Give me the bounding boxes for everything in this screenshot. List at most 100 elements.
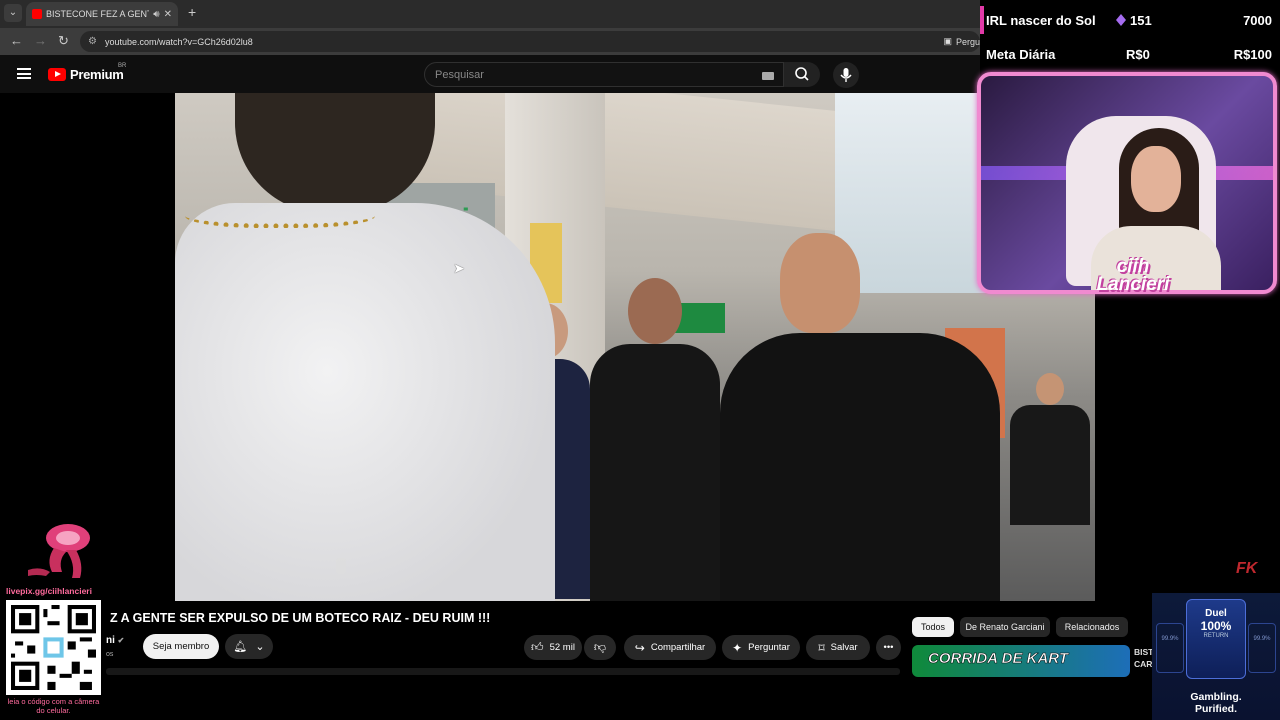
new-tab-button[interactable]: +: [188, 4, 196, 20]
ask-button[interactable]: ▣ Pergu: [937, 33, 980, 50]
speaker-icon[interactable]: 🔊︎: [153, 9, 159, 20]
join-button[interactable]: Seja membro: [143, 634, 219, 659]
save-button[interactable]: ⌑ Salvar: [806, 635, 870, 660]
qr-pattern: [11, 605, 96, 690]
goal1-label: IRL nascer do Sol: [986, 12, 1096, 28]
chip-related[interactable]: Relacionados: [1056, 617, 1128, 637]
gold-chain: [185, 198, 375, 228]
channel-name[interactable]: ni ✔: [106, 635, 124, 646]
youtube-premium-logo[interactable]: Premium BR: [48, 63, 126, 82]
youtube-play-icon: [48, 68, 66, 81]
watermark-logo: FK: [1236, 560, 1258, 577]
ask-icon: ▣: [943, 36, 952, 46]
sparkle-icon: ✦: [732, 640, 743, 655]
back-arrow-icon[interactable]: ←: [10, 33, 23, 48]
search-icon: [795, 67, 809, 81]
goal-accent-bar: [980, 6, 984, 34]
mascot-sprite: [28, 524, 90, 578]
thumbnail-text: CORRIDA DE KART: [928, 650, 1069, 668]
recommended-video-title[interactable]: BIST CAR: [1134, 646, 1153, 670]
gem-icon: [1116, 14, 1126, 26]
browser-tab-bar: ⌄ BISTECONE FEZ A GENTE SE 🔊︎ ✕ +: [0, 0, 980, 28]
rec-title-line2: CAR: [1134, 659, 1153, 669]
like-button[interactable]: 👍︎ 52 mil: [524, 635, 582, 660]
goal-row-sunrise: IRL nascer do Sol 151 7000: [986, 8, 1272, 32]
person-sunglasses: [720, 233, 1000, 601]
tab-title: BISTECONE FEZ A GENTE SE: [46, 9, 149, 19]
duel-title: Duel: [1205, 608, 1227, 619]
duel-side-card-left: 99.9%: [1156, 623, 1184, 673]
keyboard-icon[interactable]: [762, 72, 774, 80]
channel-name-text: ni: [106, 635, 115, 646]
livepix-link[interactable]: livepix.gg/ciihlancieri: [6, 586, 92, 596]
duel-side-card-right: 99.9%: [1248, 623, 1276, 673]
voice-search-button[interactable]: [833, 62, 859, 88]
qr-code: [6, 600, 101, 695]
save-label: Salvar: [830, 642, 858, 653]
person-background: [1010, 373, 1090, 593]
subscriber-count: os: [106, 651, 114, 658]
browser-tab[interactable]: BISTECONE FEZ A GENTE SE 🔊︎ ✕: [26, 2, 178, 26]
like-count: 52 mil: [549, 642, 575, 653]
duel-slogan: Gambling. Purified.: [1152, 691, 1280, 715]
share-button[interactable]: ↪ Compartilhar: [624, 635, 716, 660]
verified-icon: ✔: [117, 636, 125, 645]
chip-all[interactable]: Todos: [912, 617, 954, 637]
tab-search-chevron-icon[interactable]: ⌄: [4, 4, 22, 22]
streamer-name-logo: ciih Lancieri: [1078, 257, 1188, 295]
more-dots-icon: •••: [883, 642, 894, 653]
thumbs-down-icon: 👎︎: [593, 640, 607, 654]
goal2-label: Meta Diária: [986, 46, 1056, 62]
youtube-header: Premium BR Pesquisar: [0, 55, 980, 93]
person-bald: [590, 278, 720, 601]
description-box[interactable]: [106, 668, 900, 675]
more-actions-button[interactable]: •••: [876, 635, 901, 660]
search-button[interactable]: [784, 62, 820, 87]
address-bar: ← → ↻ ⚙ youtube.com/watch?v=GCh26d02lu8 …: [0, 28, 980, 55]
duel-ad-banner: 99.9% 99.9% Duel 100% RETURN Gambling. P…: [1152, 593, 1280, 720]
duel-percent: 100%: [1200, 619, 1232, 633]
search-input[interactable]: Pesquisar: [424, 62, 784, 87]
dislike-button[interactable]: 👎︎: [584, 635, 616, 660]
youtube-favicon-icon: [32, 9, 42, 19]
streamer-face: [1131, 146, 1181, 212]
ask-ai-label: Perguntar: [748, 642, 790, 653]
duel-slogan-line2: Purified.: [1194, 703, 1237, 715]
mouse-cursor-icon: ➤: [453, 260, 465, 276]
goal-row-daily: Meta Diária R$0 R$100: [986, 42, 1272, 66]
goal1-count: 151: [1130, 12, 1152, 28]
site-info-icon[interactable]: ⚙: [88, 36, 97, 47]
url-field[interactable]: ⚙ youtube.com/watch?v=GCh26d02lu8 ▣ Perg…: [80, 31, 980, 52]
notifications-button[interactable]: 🔔︎ ⌄: [225, 634, 273, 659]
video-title: Z A GENTE SER EXPULSO DE UM BOTECO RAIZ …: [110, 611, 491, 625]
logo-text: Premium: [70, 67, 124, 82]
duel-return: RETURN: [1203, 633, 1229, 639]
chevron-down-icon: ⌄: [255, 641, 265, 653]
share-label: Compartilhar: [650, 642, 706, 653]
goal1-target: 7000: [1243, 12, 1272, 28]
forward-arrow-icon[interactable]: →: [34, 33, 47, 48]
region-code: BR: [118, 63, 127, 69]
close-tab-icon[interactable]: ✕: [164, 9, 172, 20]
thumbs-up-icon: 👍︎: [531, 640, 544, 654]
streamer-name-line2: Lancieri: [1096, 274, 1170, 295]
bookmark-icon: ⌑: [818, 640, 825, 655]
microphone-icon: [840, 68, 852, 82]
foreground-white-shirt: [175, 203, 555, 601]
recommended-video-thumbnail[interactable]: CORRIDA DE KART: [912, 645, 1130, 677]
goal2-target: R$100: [1233, 46, 1272, 62]
reload-icon[interactable]: ↻: [58, 33, 69, 49]
share-icon: ↪: [634, 640, 645, 655]
ask-ai-button[interactable]: ✦ Perguntar: [722, 635, 800, 660]
chip-channel[interactable]: De Renato Garciani: [960, 617, 1050, 637]
goal2-current: R$0: [1126, 46, 1150, 62]
url-text: youtube.com/watch?v=GCh26d02lu8: [104, 36, 253, 47]
stream-goals-panel: IRL nascer do Sol 151 7000 Meta Diária R…: [980, 0, 1280, 70]
small-sprite: [336, 558, 346, 574]
menu-icon[interactable]: [17, 68, 31, 79]
duel-slogan-line1: Gambling.: [1190, 691, 1242, 703]
video-player[interactable]: iGi: [175, 93, 1095, 601]
qr-hint-text: leia o código com a câmera do celular.: [7, 697, 100, 715]
bell-icon: 🔔︎: [233, 641, 248, 653]
rec-title-line1: BIST: [1134, 647, 1154, 657]
